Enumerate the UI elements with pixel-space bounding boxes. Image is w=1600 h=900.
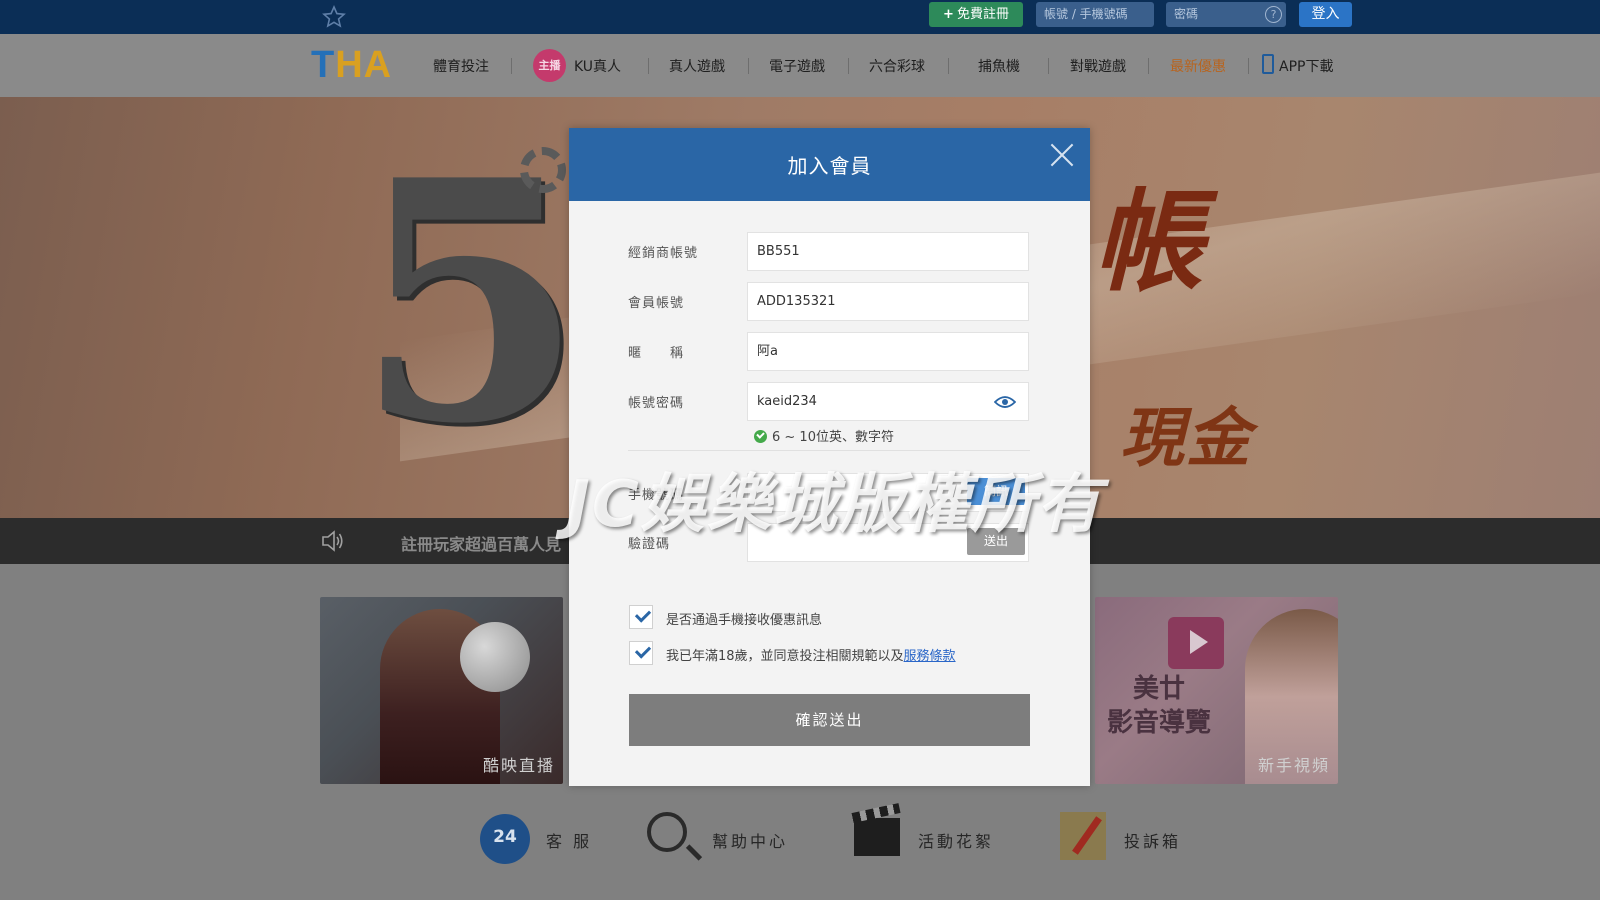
modal-header: 加入會員 xyxy=(569,128,1090,201)
account-input[interactable]: 帳號 / 手機號碼 xyxy=(1036,2,1154,27)
free-register-label: 免費註冊 xyxy=(956,7,1009,22)
terms-checkbox[interactable] xyxy=(629,641,653,665)
question-icon[interactable]: ? xyxy=(1265,6,1282,23)
pencil-icon xyxy=(1060,812,1106,860)
football-image xyxy=(460,622,530,692)
nav-item-lottery[interactable]: 六合彩球 xyxy=(869,56,925,76)
nav-item-app-download[interactable]: APP下載 xyxy=(1279,56,1333,76)
check-circle-icon xyxy=(754,430,767,443)
password-input[interactable]: kaeid234 xyxy=(747,382,1029,421)
close-icon[interactable] xyxy=(1049,142,1075,168)
mobile-phone-icon xyxy=(1262,54,1274,74)
newbie-video-label: 新手視頻 xyxy=(1257,756,1330,775)
nickname-input[interactable]: 阿a xyxy=(747,332,1029,371)
24hours-phone-icon: 24 xyxy=(480,814,530,864)
verification-code-label: 驗證碼 xyxy=(628,537,671,552)
promo-line-2: 影音導覽 xyxy=(1107,708,1212,738)
nav-item-ku-live[interactable]: KU真人 xyxy=(574,56,621,76)
password-hint: 6 ~ 10位英、數字符 xyxy=(754,426,894,445)
star-icon[interactable] xyxy=(322,5,346,29)
live-stream-card[interactable]: 酷映直播 xyxy=(320,597,563,784)
nav-divider xyxy=(511,58,512,74)
nav-item-battle[interactable]: 對戰遊戲 xyxy=(1070,56,1126,76)
nav-item-live-games[interactable]: 真人遊戲 xyxy=(669,56,725,76)
member-account-input[interactable]: ADD135321 xyxy=(747,282,1029,321)
logo-part-2: HA xyxy=(335,44,393,86)
phone-label: 手機號碼 xyxy=(628,488,685,503)
login-button[interactable]: 登入 xyxy=(1299,2,1352,27)
ku-live-badge-icon: 主播 xyxy=(533,49,566,82)
confirm-submit-button[interactable]: 確認送出 xyxy=(629,694,1030,746)
send-code-button[interactable]: 送出 xyxy=(967,528,1025,555)
nav-item-sports[interactable]: 體育投注 xyxy=(433,56,489,76)
nav-divider xyxy=(1148,58,1149,74)
promo-sms-label: 是否通過手機接收優惠訊息 xyxy=(666,613,823,628)
terms-of-service-link[interactable]: 服務條款 xyxy=(904,649,956,664)
footer-label-service: 客 服 xyxy=(546,832,593,851)
footer-label-help: 幫助中心 xyxy=(712,832,789,851)
clapperboard-icon xyxy=(854,818,900,856)
nav-item-fishing[interactable]: 捕魚機 xyxy=(978,56,1020,76)
nav-divider xyxy=(1048,58,1049,74)
password-hint-text: 6 ~ 10位英、數字符 xyxy=(772,430,894,445)
modal-title: 加入會員 xyxy=(787,154,872,178)
nav-item-promotions[interactable]: 最新優惠 xyxy=(1170,56,1226,76)
signup-modal: 加入會員 經銷商帳號 BB551 會員帳號 ADD135321 暱 稱 阿a 帳… xyxy=(569,128,1090,786)
eye-icon[interactable] xyxy=(994,395,1016,409)
footer-label-events: 活動花絮 xyxy=(918,832,995,851)
gear-icon xyxy=(520,147,566,193)
speaker-icon xyxy=(322,530,343,552)
nav-divider xyxy=(748,58,749,74)
promo-line-1: 美廿 xyxy=(1133,674,1186,704)
site-logo[interactable]: THA xyxy=(311,44,392,87)
ticker-text[interactable]: 註冊玩家超過百萬人見 xyxy=(401,531,561,555)
logo-part-1: T xyxy=(311,44,336,86)
form-divider xyxy=(628,450,1030,451)
magnifier-icon xyxy=(647,812,687,852)
plus-icon: + xyxy=(943,7,954,22)
play-icon xyxy=(1168,617,1224,669)
live-stream-label: 酷映直播 xyxy=(482,756,555,775)
nav-divider xyxy=(1248,58,1249,74)
banner-headline: 帳 xyxy=(1093,178,1203,306)
video-guide-promo: 美廿 影音導覽 xyxy=(1107,672,1211,740)
agent-account-input[interactable]: BB551 xyxy=(747,232,1029,271)
agent-account-label: 經銷商帳號 xyxy=(628,246,699,261)
main-nav: THA 體育投注 主播 KU真人 真人遊戲 電子遊戲 六合彩球 捕魚機 對戰遊戲… xyxy=(0,34,1600,97)
free-register-button[interactable]: + 免費註冊 xyxy=(929,2,1023,27)
footer-label-complaints: 投訴箱 xyxy=(1124,832,1182,851)
nav-divider xyxy=(648,58,649,74)
member-account-label: 會員帳號 xyxy=(628,296,685,311)
newbie-video-card[interactable]: 美廿影音導覽 新手視頻 xyxy=(1095,597,1338,784)
nav-divider xyxy=(848,58,849,74)
nav-divider xyxy=(948,58,949,74)
top-bar: + 免費註冊 帳號 / 手機號碼 密碼 ? 登入 xyxy=(0,0,1600,34)
sms-button[interactable]: 簡訊 xyxy=(967,478,1025,505)
nav-item-slots[interactable]: 電子遊戲 xyxy=(769,56,825,76)
banner-subheadline: 現金 xyxy=(1120,402,1252,476)
password-label: 帳號密碼 xyxy=(628,396,685,411)
terms-agreement: 我已年滿18歲，並同意投注相關規範以及服務條款 xyxy=(666,645,956,664)
terms-prefix: 我已年滿18歲，並同意投注相關規範以及 xyxy=(666,649,904,664)
promo-sms-checkbox[interactable] xyxy=(629,605,653,629)
nickname-label: 暱 稱 xyxy=(628,346,685,361)
